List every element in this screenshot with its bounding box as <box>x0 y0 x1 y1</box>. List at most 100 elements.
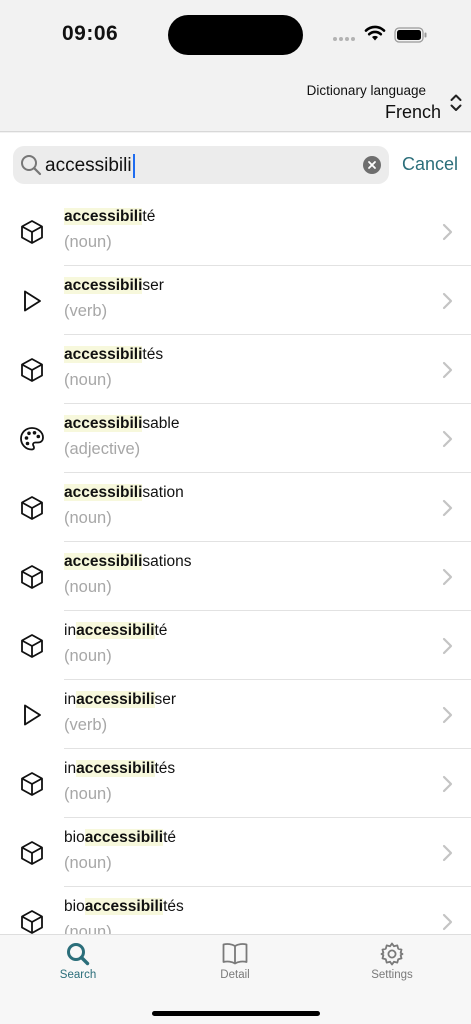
part-of-speech: (adjective) <box>64 440 141 458</box>
dictionary-language-header: Dictionary language French <box>0 70 471 132</box>
word-suffix: tés <box>154 760 176 777</box>
chevron-right-icon <box>442 430 453 453</box>
word-match-highlight: accessibili <box>64 208 143 225</box>
word-match-highlight: accessibili <box>76 691 155 708</box>
result-row[interactable]: accessibiliser (verb) <box>0 266 471 335</box>
result-row[interactable]: bioaccessibilités (noun) <box>0 887 471 934</box>
result-word: inaccessibilités <box>64 760 175 778</box>
word-prefix: bio <box>64 829 85 846</box>
search-icon <box>21 155 42 176</box>
chevron-right-icon <box>442 775 453 798</box>
word-match-highlight: accessibili <box>84 829 164 846</box>
chevron-right-icon <box>442 637 453 660</box>
clear-search-button[interactable] <box>363 156 381 174</box>
word-suffix: ser <box>154 691 177 708</box>
tab-search-label: Search <box>59 969 97 981</box>
search-field[interactable]: accessibili <box>13 146 389 184</box>
result-word: accessibilisable <box>64 415 179 433</box>
part-of-speech: (noun) <box>64 578 112 596</box>
word-suffix: tés <box>163 898 184 915</box>
search-query-text: accessibili <box>45 155 132 176</box>
chevron-right-icon <box>442 706 453 729</box>
search-icon <box>67 943 90 966</box>
cube-icon <box>18 563 46 591</box>
cube-icon <box>18 218 46 246</box>
tab-search[interactable]: Search <box>33 941 123 981</box>
chevron-up-down-icon[interactable] <box>449 92 463 114</box>
play-icon <box>18 287 46 315</box>
result-row[interactable]: accessibilité (noun) <box>0 197 471 266</box>
result-row[interactable]: inaccessibiliser (verb) <box>0 680 471 749</box>
word-prefix: bio <box>64 898 85 915</box>
part-of-speech: (verb) <box>64 302 108 320</box>
word-match-highlight: accessibili <box>64 553 143 570</box>
result-row[interactable]: inaccessibilité (noun) <box>0 611 471 680</box>
result-row[interactable]: inaccessibilités (noun) <box>0 749 471 818</box>
word-prefix: in <box>64 622 77 639</box>
result-word: accessibilité <box>64 208 155 226</box>
chevron-right-icon <box>442 361 453 384</box>
result-word: bioaccessibilité <box>64 829 176 847</box>
part-of-speech: (verb) <box>64 716 108 734</box>
result-word: bioaccessibilités <box>64 898 184 916</box>
results-list[interactable]: accessibilité (noun) accessibiliser (verb) a… <box>0 197 471 934</box>
play-icon <box>18 701 46 729</box>
word-suffix: sable <box>142 415 180 432</box>
cube-icon <box>18 770 46 798</box>
word-match-highlight: accessibili <box>76 622 155 639</box>
result-row[interactable]: accessibilisation (noun) <box>0 473 471 542</box>
tab-settings[interactable]: Settings <box>347 941 437 981</box>
chevron-right-icon <box>442 292 453 315</box>
word-match-highlight: accessibili <box>64 484 143 501</box>
dynamic-island <box>168 15 303 55</box>
chevron-right-icon <box>442 499 453 522</box>
tab-detail[interactable]: Detail <box>190 941 280 981</box>
tab-bar: Search Detail Settings <box>0 934 471 1024</box>
cube-icon <box>18 908 46 934</box>
word-suffix: sations <box>142 553 192 570</box>
word-match-highlight: accessibili <box>84 898 164 915</box>
search-input[interactable]: accessibili <box>45 154 135 178</box>
word-prefix: in <box>64 760 77 777</box>
palette-icon <box>18 425 46 453</box>
status-bar: 09:06 <box>0 0 471 70</box>
chevron-right-icon <box>442 844 453 867</box>
search-bar-area: accessibili Cancel <box>0 133 471 197</box>
word-match-highlight: accessibili <box>64 415 143 432</box>
result-word: accessibilisation <box>64 484 184 502</box>
cube-icon <box>18 839 46 867</box>
dictionary-language-caption: Dictionary language <box>306 83 426 98</box>
result-word: inaccessibiliser <box>64 691 176 709</box>
word-suffix: sation <box>142 484 184 501</box>
result-word: accessibilisations <box>64 553 192 571</box>
word-suffix: té <box>154 622 168 639</box>
word-suffix: té <box>142 208 156 225</box>
signal-dots-icon <box>333 37 355 41</box>
result-row[interactable]: bioaccessibilité (noun) <box>0 818 471 887</box>
word-suffix: té <box>163 829 177 846</box>
cube-icon <box>18 632 46 660</box>
word-match-highlight: accessibili <box>64 277 143 294</box>
cancel-button[interactable]: Cancel <box>402 154 458 175</box>
cube-icon <box>18 494 46 522</box>
cube-icon <box>18 356 46 384</box>
part-of-speech: (noun) <box>64 371 112 389</box>
result-row[interactable]: accessibilisations (noun) <box>0 542 471 611</box>
word-prefix: in <box>64 691 77 708</box>
gear-icon <box>380 942 404 966</box>
part-of-speech: (noun) <box>64 854 112 872</box>
result-row[interactable]: accessibilités (noun) <box>0 335 471 404</box>
result-row[interactable]: accessibilisable (adjective) <box>0 404 471 473</box>
word-match-highlight: accessibili <box>64 346 143 363</box>
chevron-right-icon <box>442 223 453 246</box>
part-of-speech: (noun) <box>64 233 112 251</box>
dictionary-language-picker[interactable]: French <box>385 102 441 123</box>
result-word: accessibiliser <box>64 277 164 295</box>
close-icon <box>368 161 376 169</box>
tab-detail-label: Detail <box>220 969 250 981</box>
book-icon <box>222 943 248 965</box>
part-of-speech: (noun) <box>64 647 112 665</box>
part-of-speech: (noun) <box>64 923 112 934</box>
text-caret <box>132 154 135 178</box>
part-of-speech: (noun) <box>64 785 112 803</box>
